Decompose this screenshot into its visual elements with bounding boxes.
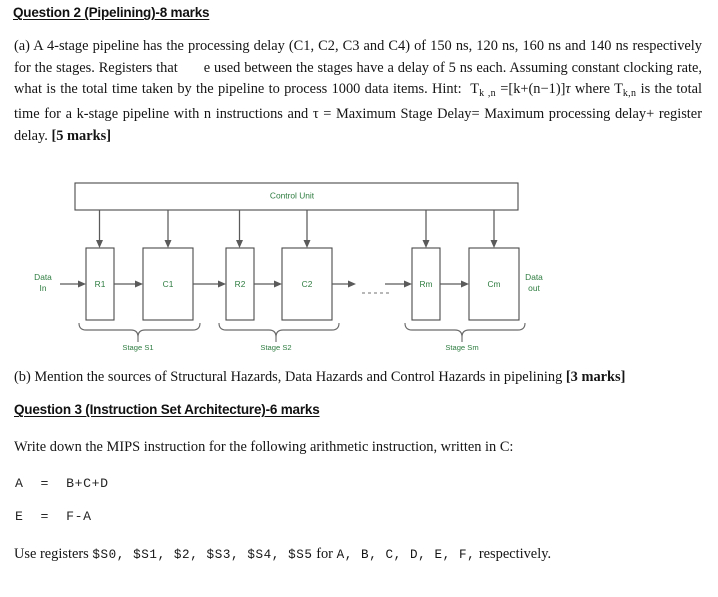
part-b-body: (b) Mention the sources of Structural Ha… — [14, 369, 566, 385]
arrowhead-c1-r2 — [218, 280, 226, 288]
arrowhead-control-c1 — [164, 240, 172, 248]
arrowhead-c2-out — [348, 280, 356, 288]
block-c1-label: C1 — [163, 279, 174, 289]
code-line-1: A = B+C+D — [15, 476, 109, 491]
block-r1-label: R1 — [95, 279, 106, 289]
registers-list: $S0, $S1, $2, $S3, $S4, $S5 — [92, 548, 313, 562]
code-line-2: E = F-A — [15, 509, 92, 524]
registers-assignment-text: Use registers $S0, $S1, $2, $S3, $S4, $S… — [14, 544, 704, 567]
formula-subscript-kn: k ,n — [479, 87, 496, 99]
data-in-label-line1: Data — [34, 272, 52, 282]
data-out-label-line1: Data — [525, 272, 543, 282]
formula-subscript-kn-2: k,n — [622, 87, 637, 99]
question-3-heading: Question 3 (Instruction Set Architecture… — [14, 402, 320, 417]
variables-list: A, B, C, D, E, F, — [336, 548, 476, 562]
data-in-label-line2: In — [40, 283, 47, 293]
arrowhead-control-rm — [422, 240, 430, 248]
part-a-formula: Tk ,n =[k+(n−1)]τ where Tk,n — [466, 81, 637, 99]
question-2-heading: Question 2 (Pipelining)-8 marks — [13, 5, 210, 20]
stage-s1-label: Stage S1 — [122, 343, 153, 352]
arrowhead-in-rm — [404, 280, 412, 288]
stage-sm-brace — [404, 322, 526, 338]
part-a-marks: [5 marks] — [51, 127, 111, 144]
block-c2-label: C2 — [302, 279, 313, 289]
registers-middle: for — [312, 546, 337, 562]
data-out-label-line2: out — [528, 283, 540, 293]
registers-prefix: Use registers — [14, 546, 93, 562]
block-r2-label: R2 — [235, 279, 246, 289]
registers-suffix: respectively. — [475, 546, 552, 562]
part-b-marks: [3 marks] — [565, 369, 626, 385]
question-2-part-b-text: (b) Mention the sources of Structural Ha… — [14, 367, 704, 389]
arrowhead-control-r1 — [96, 240, 103, 248]
formula-body: =[k+(n−1)] — [495, 81, 566, 97]
stage-sm-label: Stage Sm — [445, 343, 478, 352]
stage-s2-brace — [218, 322, 340, 338]
block-rm-label: Rm — [419, 279, 432, 289]
arrowhead-control-cm — [490, 240, 498, 248]
arrowhead-data-in — [78, 280, 86, 288]
block-cm-label: Cm — [487, 279, 500, 289]
question-3-intro-text: Write down the MIPS instruction for the … — [14, 439, 514, 455]
control-unit-label: Control Unit — [270, 191, 315, 201]
question-2-part-a-text: (a) A 4-stage pipeline has the processin… — [14, 36, 702, 147]
stage-s1-brace — [78, 322, 201, 338]
arrowhead-control-c2 — [303, 240, 311, 248]
formula-where: where T — [570, 81, 623, 97]
arrowhead-r2-c2 — [274, 280, 282, 288]
stage-s2-label: Stage S2 — [260, 343, 291, 352]
formula-T: T — [470, 81, 480, 97]
arrowhead-rm-cm — [461, 280, 469, 288]
arrowhead-r1-c1 — [135, 280, 143, 288]
pipeline-block-diagram: Control Unit R1 C1 R2 C2 Rm Cm Data In D… — [0, 175, 718, 355]
arrowhead-control-r2 — [236, 240, 243, 248]
exam-page: Question 2 (Pipelining)-8 marks (a) A 4-… — [0, 0, 718, 597]
